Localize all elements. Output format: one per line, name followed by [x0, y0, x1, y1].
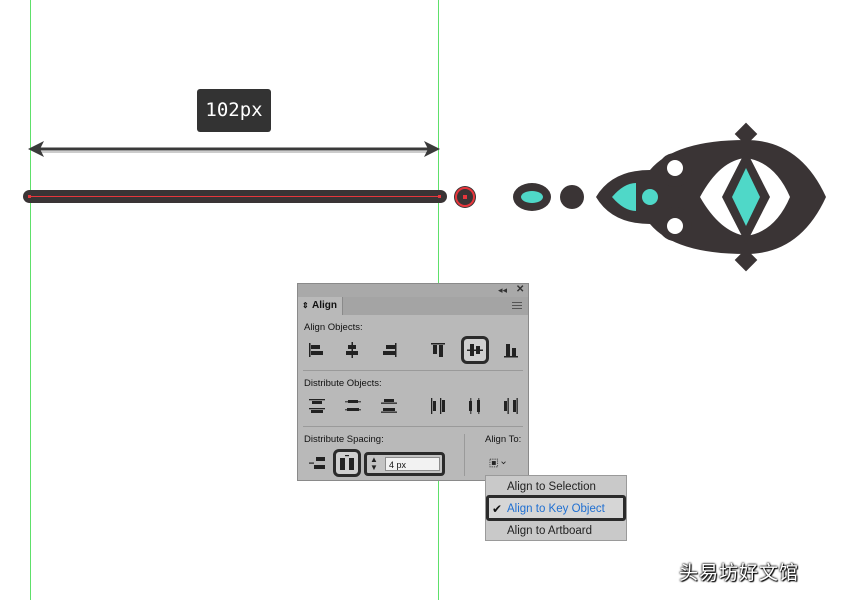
horizontal-align-right-icon[interactable] — [378, 339, 400, 361]
eye-ornament-shape[interactable] — [596, 122, 826, 272]
collapse-panel-icon[interactable]: ◂◂ — [498, 285, 507, 296]
menu-item-align-artboard[interactable]: Align to Artboard — [486, 520, 626, 542]
checkmark-icon: ✔ — [492, 502, 503, 516]
measurement-arrow — [28, 141, 440, 157]
distribute-objects-label: Distribute Objects: — [304, 378, 382, 389]
panel-titlebar: ◂◂ ✕ — [298, 284, 528, 297]
align-to-label: Align To: — [485, 434, 522, 445]
vertical-align-bottom-icon[interactable] — [500, 339, 522, 361]
long-bar-shape[interactable] — [23, 190, 447, 203]
tab-align-label: Align — [312, 300, 337, 311]
artwork-canvas — [23, 122, 826, 272]
divider — [303, 426, 523, 427]
panel-tab-row: ⇕ Align — [298, 297, 528, 315]
horizontal-align-left-icon[interactable] — [305, 339, 327, 361]
horizontal-distribute-center-icon[interactable] — [464, 395, 486, 417]
panel-menu-icon[interactable] — [512, 302, 522, 310]
tab-align[interactable]: ⇕ Align — [298, 297, 343, 315]
align-to-key-object-dropdown[interactable] — [488, 452, 522, 474]
selected-small-circle[interactable] — [454, 186, 476, 208]
spacing-stepper[interactable]: ▲ ▼ 4 px — [364, 452, 445, 476]
tab-expand-icon: ⇕ — [302, 301, 309, 310]
align-to-menu: Align to Selection ✔ Align to Key Object… — [485, 475, 627, 541]
teal-ellipse-shape[interactable] — [513, 183, 551, 211]
divider — [303, 370, 523, 371]
watermark-text: 头易坊好文馆 — [679, 563, 800, 584]
spacing-value-field[interactable]: 4 px — [385, 457, 440, 471]
vertical-align-center-icon[interactable] — [461, 336, 489, 364]
align-objects-label: Align Objects: — [304, 322, 363, 333]
horizontal-distribute-right-icon[interactable] — [500, 395, 522, 417]
horizontal-distribute-space-icon[interactable] — [333, 449, 361, 477]
horizontal-align-center-icon[interactable] — [341, 339, 363, 361]
vertical-distribute-top-icon[interactable] — [306, 395, 328, 417]
vertical-distribute-space-icon[interactable] — [306, 452, 328, 474]
distribute-spacing-label: Distribute Spacing: — [304, 434, 384, 445]
vertical-align-top-icon[interactable] — [427, 339, 449, 361]
vertical-distribute-bottom-icon[interactable] — [378, 395, 400, 417]
dot-shape[interactable] — [560, 185, 584, 209]
menu-item-align-key-object[interactable]: ✔ Align to Key Object — [486, 495, 626, 521]
divider — [464, 434, 465, 476]
vertical-distribute-center-icon[interactable] — [342, 395, 364, 417]
align-panel: ◂◂ ✕ ⇕ Align Align Objects: Distribute O… — [297, 283, 529, 481]
close-panel-icon[interactable]: ✕ — [516, 284, 524, 295]
horizontal-distribute-left-icon[interactable] — [427, 395, 449, 417]
stepper-arrows-icon[interactable]: ▲ ▼ — [370, 456, 378, 472]
